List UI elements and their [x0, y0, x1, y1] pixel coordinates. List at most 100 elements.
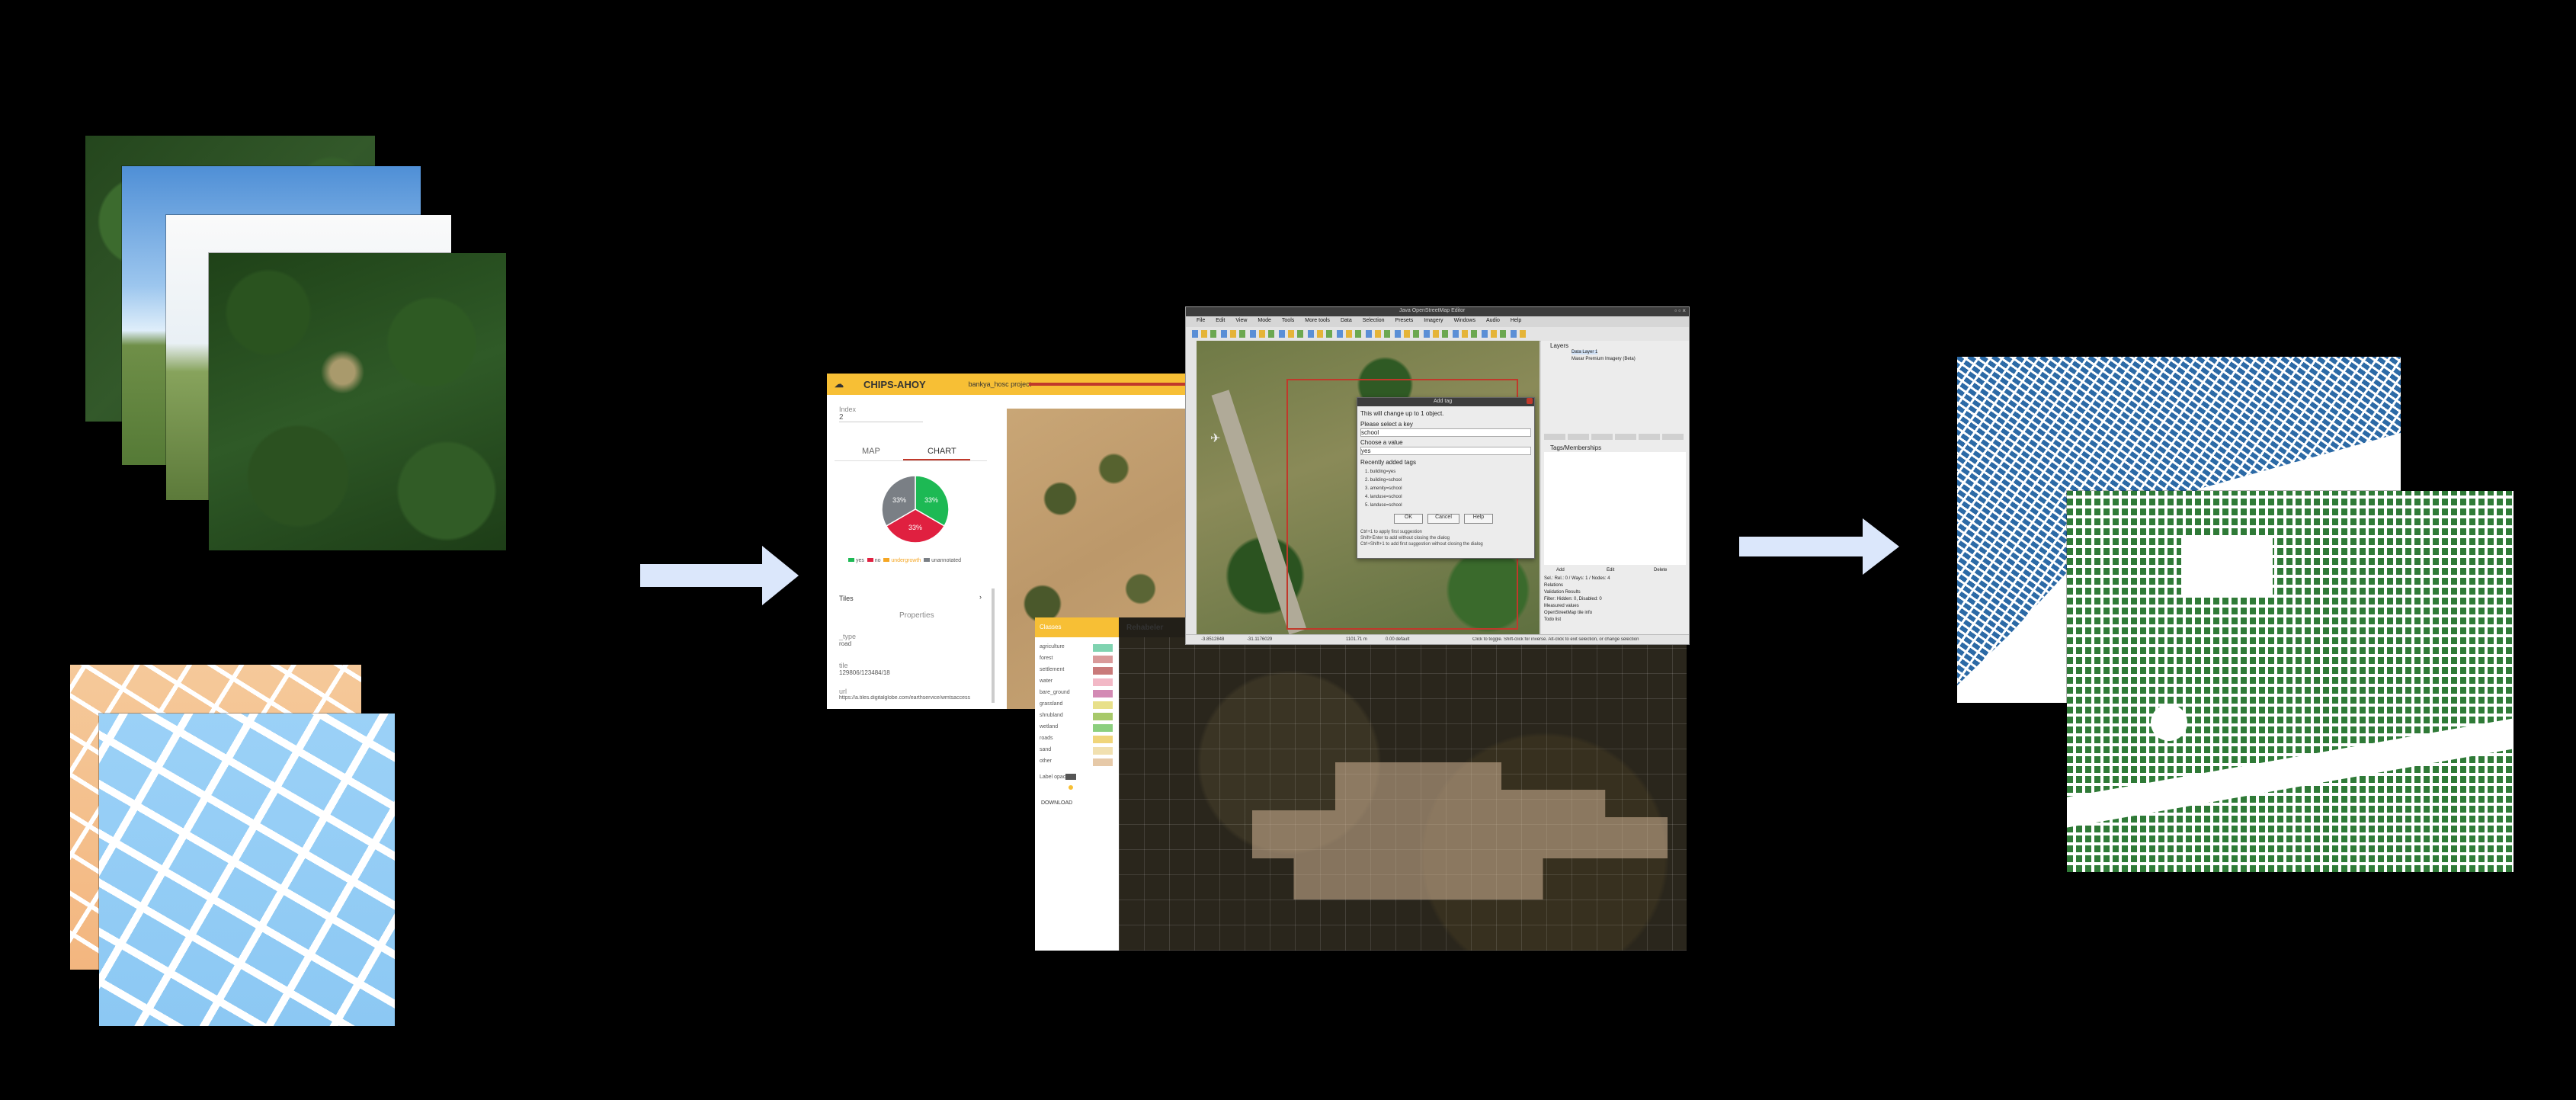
legend-label-undergrowth: undergrowth [891, 558, 921, 563]
menu-item-file[interactable]: File [1197, 318, 1205, 323]
menu-item-audio[interactable]: Audio [1486, 318, 1500, 323]
dialog-close-icon[interactable] [1527, 398, 1533, 404]
flow-arrow-1 [640, 546, 799, 605]
building-footprints-green [2067, 491, 2514, 872]
class-label: settlement [1040, 667, 1065, 672]
layers-buttons[interactable] [1544, 434, 1686, 440]
toolbar-icons[interactable] [1192, 330, 1527, 338]
class-color-swatch [1093, 736, 1113, 743]
class-label: wetland [1040, 724, 1059, 730]
app-header: ☁ CHIPS-AHOY bankya_hosc project [827, 374, 1185, 395]
park-area [2151, 704, 2187, 741]
menu-item-windows[interactable]: Windows [1454, 318, 1475, 323]
classes-header: Classes [1040, 624, 1062, 630]
sidebar-item-5[interactable]: OpenStreetMap tile info [1544, 610, 1686, 617]
class-color-swatch [1093, 724, 1113, 732]
sidebar-item-1[interactable]: Relations [1544, 582, 1686, 589]
recent-tag-4[interactable]: 4. landuse=school [1365, 493, 1402, 502]
recent-tags-label: Recently added tags [1360, 459, 1416, 466]
prop-tile-value: 129806/123484/18 [839, 669, 890, 676]
chevron-icon[interactable]: › [979, 593, 982, 601]
key-label: Please select a key [1360, 421, 1413, 428]
tab-map[interactable]: MAP [862, 447, 880, 456]
class-row-agriculture[interactable]: agriculture [1036, 642, 1119, 653]
pie-label-yes: 33% [924, 496, 938, 504]
app-logo-icon: ☁ [835, 379, 844, 390]
layer-imagery[interactable]: Maxar Premium Imagery (Beta) [1572, 357, 1636, 361]
class-row-settlement[interactable]: settlement [1036, 665, 1119, 676]
recent-tag-5[interactable]: 5. landuse=school [1365, 502, 1402, 510]
prop-type-label: _type [839, 633, 857, 640]
menu-item-help[interactable]: Help [1511, 318, 1521, 323]
josm-menubar: File Edit View Mode Tools More tools Data Selec… [1197, 318, 1532, 323]
recent-tag-2[interactable]: 2. building=school [1365, 476, 1402, 485]
josm-statusbar: -3.8512848 -31.1176029 1101.71 m 0.00 de… [1186, 634, 1689, 644]
menu-item-mode[interactable]: Mode [1258, 318, 1271, 323]
legend-item-undergrowth: undergrowth [883, 558, 921, 563]
dialog-title: Add tag [1434, 399, 1453, 404]
sidebar-item-4[interactable]: Measured values [1544, 603, 1686, 610]
menu-item-edit[interactable]: Edit [1216, 318, 1225, 323]
properties-scrollbar[interactable] [992, 588, 995, 703]
dialog-info: This will change up to 1 object. [1360, 410, 1444, 417]
legend-item-yes: yes [848, 558, 864, 563]
layer-data[interactable]: Data Layer 1 [1572, 350, 1598, 354]
class-row-grassland[interactable]: grassland [1036, 699, 1119, 710]
sidebar-item-6[interactable]: Todo list [1544, 617, 1686, 624]
sidebar-item-2[interactable]: Validation Results [1544, 589, 1686, 596]
josm-titlebar: Java OpenStreetMap Editor ▫ ▫ × [1186, 307, 1689, 316]
menu-item-presets[interactable]: Presets [1395, 318, 1414, 323]
sidebar-item-0[interactable]: Sel.: Rel.: 0 / Ways: 1 / Nodes: 4 [1544, 576, 1686, 582]
class-label: agriculture [1040, 644, 1065, 649]
opacity-slider[interactable] [1065, 774, 1076, 780]
tags-panel-body [1544, 452, 1686, 565]
recent-tag-3[interactable]: 3. amenity=school [1365, 485, 1402, 493]
tags-delete-button[interactable]: Delete [1654, 568, 1667, 572]
menu-item-tools[interactable]: Tools [1282, 318, 1294, 323]
help-button[interactable]: Help [1464, 514, 1493, 524]
menu-item-selection[interactable]: Selection [1363, 318, 1385, 323]
index-field[interactable]: 2 [839, 413, 923, 422]
menu-item-view[interactable]: View [1235, 318, 1247, 323]
legend-swatch-unannotated [924, 558, 931, 562]
class-label: roads [1040, 736, 1053, 741]
app-title: CHIPS-AHOY [863, 378, 926, 390]
airplane-icon: ✈ [1210, 432, 1221, 445]
flow-arrow-2 [1739, 518, 1899, 575]
legend-label-yes: yes [855, 558, 864, 563]
key-input[interactable]: school [1360, 428, 1531, 437]
sidebar-item-3[interactable]: Filter: Hidden: 0, Disabled: 0 [1544, 596, 1686, 603]
value-input[interactable]: yes [1360, 447, 1531, 455]
class-row-shrubland[interactable]: shrubland [1036, 710, 1119, 722]
class-row-bare_ground[interactable]: bare_ground [1036, 688, 1119, 699]
josm-left-tools[interactable] [1186, 341, 1197, 634]
menu-item-data[interactable]: Data [1341, 318, 1352, 323]
tags-edit-button[interactable]: Edit [1607, 568, 1614, 572]
class-color-swatch [1093, 758, 1113, 766]
class-row-forest[interactable]: forest [1036, 653, 1119, 665]
menu-item-imagery[interactable]: Imagery [1424, 318, 1443, 323]
class-row-water[interactable]: water [1036, 676, 1119, 688]
recent-tags-list: 1. building=yes 2. building=school 3. am… [1365, 468, 1402, 510]
legend-item-unannotated: unannotated [924, 558, 961, 563]
ok-button[interactable]: OK [1394, 514, 1423, 524]
recent-tag-1[interactable]: 1. building=yes [1365, 468, 1402, 476]
download-button[interactable]: DOWNLOAD [1041, 800, 1072, 806]
josm-title: Java OpenStreetMap Editor [1399, 308, 1466, 313]
josm-window: Java OpenStreetMap Editor ▫ ▫ × File Edit… [1185, 306, 1690, 645]
class-color-swatch [1093, 701, 1113, 709]
cancel-button[interactable]: Cancel [1427, 514, 1459, 524]
tab-chart[interactable]: CHART [928, 447, 956, 456]
class-row-other[interactable]: other [1036, 756, 1119, 768]
river [2067, 718, 2514, 828]
class-color-swatch [1093, 656, 1113, 663]
class-row-wetland[interactable]: wetland [1036, 722, 1119, 733]
pie-label-undergrowth: 33% [892, 496, 906, 504]
dialog-hints: Ctrl+1 to apply first suggestion Shift+E… [1360, 529, 1483, 547]
class-row-roads[interactable]: roads [1036, 733, 1119, 745]
menu-item-more-tools[interactable]: More tools [1305, 318, 1330, 323]
status-hint: Click to toggle. Shift-click for inverse… [1472, 637, 1639, 642]
window-controls[interactable]: ▫ ▫ × [1674, 307, 1686, 314]
class-row-sand[interactable]: sand [1036, 745, 1119, 756]
tags-add-button[interactable]: Add [1556, 568, 1565, 572]
